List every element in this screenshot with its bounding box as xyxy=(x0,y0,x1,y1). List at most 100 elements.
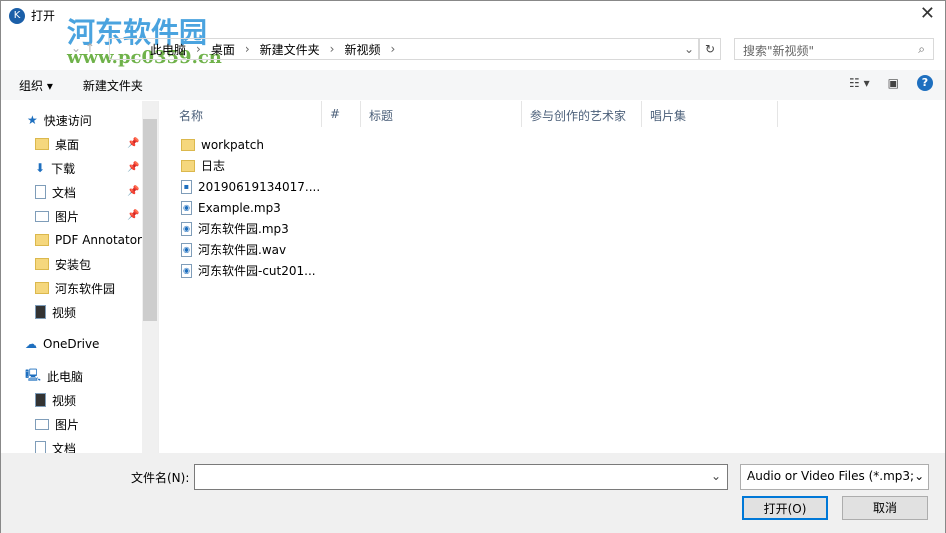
video-icon xyxy=(35,305,46,319)
audio-file-icon: ◉ xyxy=(181,221,192,236)
help-button[interactable]: ? xyxy=(917,75,933,91)
nav-pc-videos[interactable]: 视频 xyxy=(35,389,76,411)
file-name: 河东软件园-cut201... xyxy=(198,264,316,278)
search-placeholder: 搜索"新视频" xyxy=(743,44,815,58)
file-name: 日志 xyxy=(201,159,226,173)
nav-label: 文档 xyxy=(52,185,77,200)
cancel-button[interactable]: 取消 xyxy=(842,496,928,520)
nav-label: PDF Annotator xyxy=(55,233,142,247)
nav-pc-pictures[interactable]: 图片 xyxy=(35,413,79,435)
nav-scrollbar[interactable] xyxy=(142,101,158,453)
picture-icon xyxy=(35,418,49,430)
new-folder-button[interactable]: 新建文件夹 xyxy=(83,77,143,94)
nav-onedrive[interactable]: ☁ OneDrive xyxy=(25,333,99,355)
nav-pictures[interactable]: 图片 xyxy=(35,205,79,227)
folder-icon xyxy=(35,138,49,150)
nav-label: 下载 xyxy=(51,161,76,176)
file-name: workpatch xyxy=(201,137,264,152)
open-button[interactable]: 打开(O) xyxy=(742,496,828,520)
search-icon: ⌕ xyxy=(918,42,925,56)
file-item[interactable]: 日志 xyxy=(181,155,225,176)
pin-icon: 📌 xyxy=(127,162,140,173)
audio-file-icon: ◉ xyxy=(181,263,192,278)
file-name: 20190619134017.... xyxy=(198,179,321,194)
file-item[interactable]: ◉ 河东软件园-cut201... xyxy=(181,260,316,281)
column-headers: 名称 # 标题 参与创作的艺术家 唱片集 xyxy=(161,101,778,127)
nav-label: 快速访问 xyxy=(43,113,92,128)
nav-downloads[interactable]: ⬇ 下载 xyxy=(35,157,75,179)
file-item[interactable]: ◉ Example.mp3 xyxy=(181,197,281,218)
audio-file-icon: ◉ xyxy=(181,242,192,257)
column-name[interactable]: 名称 xyxy=(161,101,322,127)
pin-icon: 📌 xyxy=(127,138,140,149)
search-input[interactable]: 搜索"新视频" ⌕ xyxy=(734,38,934,60)
nav-pdf-annotator[interactable]: PDF Annotator xyxy=(35,229,142,251)
chevron-down-icon: ⌄ xyxy=(914,469,925,483)
column-album[interactable]: 唱片集 xyxy=(642,101,778,127)
app-icon: K xyxy=(9,7,25,24)
nav-installers[interactable]: 安装包 xyxy=(35,253,91,275)
star-icon: ★ xyxy=(27,113,38,127)
nav-label: 此电脑 xyxy=(47,369,84,384)
breadcrumb-3[interactable]: 新视频 xyxy=(344,41,380,58)
nav-label: 图片 xyxy=(55,417,80,432)
folder-icon xyxy=(35,234,49,246)
toolbar: 组织 ▾ 新建文件夹 xyxy=(1,70,945,100)
computer-icon: 🖳 xyxy=(25,367,42,382)
nav-label: 视频 xyxy=(52,393,77,408)
nav-quick-access[interactable]: ★ 快速访问 xyxy=(27,109,92,131)
file-name: 河东软件园.wav xyxy=(198,243,287,257)
file-item[interactable]: ▪ 20190619134017.... xyxy=(181,176,320,197)
file-name: Example.mp3 xyxy=(198,200,281,215)
nav-label: 河东软件园 xyxy=(55,281,116,296)
nav-label: 安装包 xyxy=(55,257,92,272)
nav-label: 桌面 xyxy=(55,137,80,152)
document-icon xyxy=(35,185,46,199)
file-item[interactable]: ◉ 河东软件园.wav xyxy=(181,239,286,260)
column-number[interactable]: # xyxy=(322,101,361,127)
nav-label: 图片 xyxy=(55,209,80,224)
nav-label: 视频 xyxy=(52,305,77,320)
cloud-icon: ☁ xyxy=(25,337,37,351)
preview-pane-icon[interactable]: ▣ xyxy=(888,76,899,90)
video-icon xyxy=(35,393,46,407)
nav-this-pc[interactable]: 🖳 此电脑 xyxy=(25,365,83,387)
chevron-down-icon[interactable]: ⌄ xyxy=(711,469,721,483)
file-name: 河东软件园.mp3 xyxy=(198,222,289,236)
address-bar[interactable]: 此电脑 › 桌面 › 新建文件夹 › 新视频 › ⌄ xyxy=(109,38,699,60)
nav-documents[interactable]: 文档 xyxy=(35,181,76,203)
download-icon: ⬇ xyxy=(35,161,46,175)
view-options-icon[interactable]: ☷ ▾ xyxy=(849,76,870,90)
breadcrumb-0[interactable]: 此电脑 xyxy=(150,41,186,58)
folder-icon xyxy=(181,138,195,151)
filetype-value: Audio or Video Files (*.mp3; xyxy=(747,469,915,483)
chevron-down-icon[interactable]: ⌄ xyxy=(684,42,694,56)
organize-button[interactable]: 组织 ▾ xyxy=(19,77,53,94)
refresh-button[interactable]: ↻ xyxy=(699,38,721,60)
nav-hedong[interactable]: 河东软件园 xyxy=(35,277,115,299)
pin-icon: 📌 xyxy=(127,210,140,221)
file-item[interactable]: workpatch xyxy=(181,134,264,155)
breadcrumb-1[interactable]: 桌面 xyxy=(211,41,235,58)
filename-input[interactable]: ⌄ xyxy=(194,464,728,490)
window-title: 打开 xyxy=(31,9,56,23)
column-artist[interactable]: 参与创作的艺术家 xyxy=(522,101,642,127)
breadcrumb-2[interactable]: 新建文件夹 xyxy=(260,41,320,58)
filename-label: 文件名(N): xyxy=(131,471,190,485)
nav-desktop[interactable]: 桌面 xyxy=(35,133,79,155)
file-icon: ▪ xyxy=(181,179,192,194)
folder-icon xyxy=(35,258,49,270)
picture-icon xyxy=(35,210,49,222)
navigation-pane: ★ 快速访问 桌面 📌 ⬇ 下载 📌 文档 📌 图片 📌 PDF Annotator 安装包… xyxy=(1,101,159,456)
folder-icon xyxy=(35,282,49,294)
scrollbar-thumb[interactable] xyxy=(143,119,157,321)
nav-videos[interactable]: 视频 xyxy=(35,301,76,323)
file-item[interactable]: ◉ 河东软件园.mp3 xyxy=(181,218,289,239)
close-button[interactable]: ✕ xyxy=(920,3,935,24)
folder-icon xyxy=(181,159,195,172)
pin-icon: 📌 xyxy=(127,186,140,197)
column-title[interactable]: 标题 xyxy=(361,101,522,127)
filetype-select[interactable]: Audio or Video Files (*.mp3; ⌄ xyxy=(740,464,929,490)
nav-label: OneDrive xyxy=(43,337,100,351)
back-forward-buttons[interactable]: ⌄ ↑ xyxy=(71,41,95,55)
